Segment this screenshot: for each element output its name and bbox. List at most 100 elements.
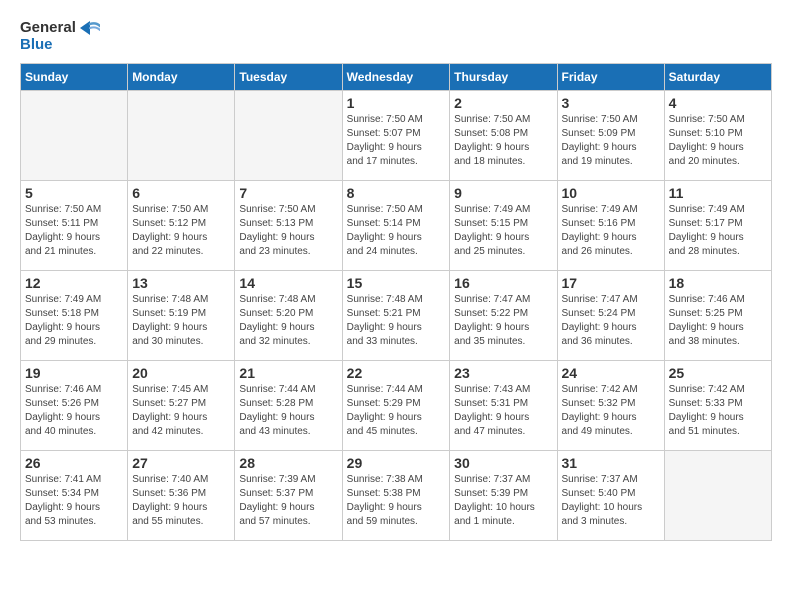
day-info: Sunrise: 7:50 AM Sunset: 5:12 PM Dayligh… xyxy=(132,203,230,259)
day-number: 23 xyxy=(454,365,552,381)
calendar-cell: 18 Sunrise: 7:46 AM Sunset: 5:25 PM Dayli… xyxy=(664,271,771,361)
day-number: 18 xyxy=(669,275,767,291)
calendar-header-friday: Friday xyxy=(557,64,664,91)
calendar-week-row: 26Sunrise: 7:41 AM Sunset: 5:34 PM Dayli… xyxy=(21,451,772,541)
day-info: Sunrise: 7:48 AM Sunset: 5:20 PM Dayligh… xyxy=(239,293,337,349)
day-number: 6 xyxy=(132,185,230,201)
day-info: Sunrise: 7:37 AM Sunset: 5:39 PM Dayligh… xyxy=(454,473,552,529)
calendar-cell: 12 Sunrise: 7:49 AM Sunset: 5:18 PM Dayli… xyxy=(21,271,128,361)
calendar-header-wednesday: Wednesday xyxy=(342,64,450,91)
day-info: Sunrise: 7:47 AM Sunset: 5:24 PM Dayligh… xyxy=(562,293,660,349)
day-info: Sunrise: 7:46 AM Sunset: 5:26 PM Dayligh… xyxy=(25,383,123,439)
logo-container: General Blue xyxy=(20,20,100,53)
day-info: Sunrise: 7:50 AM Sunset: 5:14 PM Dayligh… xyxy=(347,203,446,259)
calendar-cell: 1 Sunrise: 7:50 AM Sunset: 5:07 PM Daylig… xyxy=(342,91,450,181)
calendar-cell: 17 Sunrise: 7:47 AM Sunset: 5:24 PM Dayli… xyxy=(557,271,664,361)
calendar-cell: 31Sunrise: 7:37 AM Sunset: 5:40 PM Dayli… xyxy=(557,451,664,541)
calendar-header-thursday: Thursday xyxy=(450,64,557,91)
day-number: 8 xyxy=(347,185,446,201)
calendar-cell xyxy=(235,91,342,181)
day-number: 22 xyxy=(347,365,446,381)
calendar-cell: 29 Sunrise: 7:38 AM Sunset: 5:38 PM Dayli… xyxy=(342,451,450,541)
day-number: 12 xyxy=(25,275,123,291)
calendar-table: SundayMondayTuesdayWednesdayThursdayFrid… xyxy=(20,63,772,541)
logo: General Blue xyxy=(20,20,100,53)
day-number: 29 xyxy=(347,455,446,471)
day-number: 28 xyxy=(239,455,337,471)
calendar-cell: 19 Sunrise: 7:46 AM Sunset: 5:26 PM Dayli… xyxy=(21,361,128,451)
calendar-cell: 28 Sunrise: 7:39 AM Sunset: 5:37 PM Dayli… xyxy=(235,451,342,541)
calendar-cell: 30 Sunrise: 7:37 AM Sunset: 5:39 PM Dayli… xyxy=(450,451,557,541)
day-info: Sunrise: 7:46 AM Sunset: 5:25 PM Dayligh… xyxy=(669,293,767,349)
calendar-cell xyxy=(21,91,128,181)
day-info: Sunrise: 7:50 AM Sunset: 5:08 PM Dayligh… xyxy=(454,113,552,169)
day-info: Sunrise: 7:39 AM Sunset: 5:37 PM Dayligh… xyxy=(239,473,337,529)
day-number: 7 xyxy=(239,185,337,201)
calendar-week-row: 12 Sunrise: 7:49 AM Sunset: 5:18 PM Dayli… xyxy=(21,271,772,361)
day-info: Sunrise: 7:50 AM Sunset: 5:10 PM Dayligh… xyxy=(669,113,767,169)
page-header: General Blue xyxy=(20,20,772,53)
day-info: Sunrise: 7:49 AM Sunset: 5:16 PM Dayligh… xyxy=(562,203,660,259)
day-info: Sunrise: 7:50 AM Sunset: 5:13 PM Dayligh… xyxy=(239,203,337,259)
calendar-header-monday: Monday xyxy=(128,64,235,91)
day-info: Sunrise: 7:49 AM Sunset: 5:17 PM Dayligh… xyxy=(669,203,767,259)
day-info: Sunrise: 7:45 AM Sunset: 5:27 PM Dayligh… xyxy=(132,383,230,439)
calendar-cell: 14 Sunrise: 7:48 AM Sunset: 5:20 PM Dayli… xyxy=(235,271,342,361)
calendar-cell: 10 Sunrise: 7:49 AM Sunset: 5:16 PM Dayli… xyxy=(557,181,664,271)
calendar-week-row: 19 Sunrise: 7:46 AM Sunset: 5:26 PM Dayli… xyxy=(21,361,772,451)
day-info: Sunrise: 7:50 AM Sunset: 5:11 PM Dayligh… xyxy=(25,203,123,259)
day-info: Sunrise: 7:43 AM Sunset: 5:31 PM Dayligh… xyxy=(454,383,552,439)
calendar-header-saturday: Saturday xyxy=(664,64,771,91)
calendar-cell: 21 Sunrise: 7:44 AM Sunset: 5:28 PM Dayli… xyxy=(235,361,342,451)
day-number: 2 xyxy=(454,95,552,111)
calendar-cell: 5 Sunrise: 7:50 AM Sunset: 5:11 PM Daylig… xyxy=(21,181,128,271)
day-info: Sunrise: 7:37 AM Sunset: 5:40 PM Dayligh… xyxy=(562,473,660,529)
day-number: 13 xyxy=(132,275,230,291)
day-number: 19 xyxy=(25,365,123,381)
calendar-cell: 24 Sunrise: 7:42 AM Sunset: 5:32 PM Dayli… xyxy=(557,361,664,451)
day-info: Sunrise: 7:42 AM Sunset: 5:32 PM Dayligh… xyxy=(562,383,660,439)
day-info: Sunrise: 7:40 AM Sunset: 5:36 PM Dayligh… xyxy=(132,473,230,529)
calendar-week-row: 5 Sunrise: 7:50 AM Sunset: 5:11 PM Daylig… xyxy=(21,181,772,271)
calendar-cell: 2 Sunrise: 7:50 AM Sunset: 5:08 PM Daylig… xyxy=(450,91,557,181)
day-number: 14 xyxy=(239,275,337,291)
day-number: 26 xyxy=(25,455,123,471)
day-number: 25 xyxy=(669,365,767,381)
day-number: 21 xyxy=(239,365,337,381)
day-number: 3 xyxy=(562,95,660,111)
calendar-cell: 11Sunrise: 7:49 AM Sunset: 5:17 PM Dayli… xyxy=(664,181,771,271)
day-number: 20 xyxy=(132,365,230,381)
calendar-cell: 20 Sunrise: 7:45 AM Sunset: 5:27 PM Dayli… xyxy=(128,361,235,451)
day-number: 10 xyxy=(562,185,660,201)
day-info: Sunrise: 7:38 AM Sunset: 5:38 PM Dayligh… xyxy=(347,473,446,529)
calendar-cell: 3 Sunrise: 7:50 AM Sunset: 5:09 PM Daylig… xyxy=(557,91,664,181)
day-number: 24 xyxy=(562,365,660,381)
calendar-cell: 13Sunrise: 7:48 AM Sunset: 5:19 PM Dayli… xyxy=(128,271,235,361)
day-info: Sunrise: 7:47 AM Sunset: 5:22 PM Dayligh… xyxy=(454,293,552,349)
day-info: Sunrise: 7:44 AM Sunset: 5:28 PM Dayligh… xyxy=(239,383,337,439)
calendar-cell: 26Sunrise: 7:41 AM Sunset: 5:34 PM Dayli… xyxy=(21,451,128,541)
day-number: 1 xyxy=(347,95,446,111)
calendar-header-sunday: Sunday xyxy=(21,64,128,91)
day-info: Sunrise: 7:50 AM Sunset: 5:09 PM Dayligh… xyxy=(562,113,660,169)
calendar-header-row: SundayMondayTuesdayWednesdayThursdayFrid… xyxy=(21,64,772,91)
logo-text: General Blue xyxy=(20,20,100,53)
calendar-cell: 7 Sunrise: 7:50 AM Sunset: 5:13 PM Daylig… xyxy=(235,181,342,271)
calendar-cell: 23 Sunrise: 7:43 AM Sunset: 5:31 PM Dayli… xyxy=(450,361,557,451)
day-info: Sunrise: 7:49 AM Sunset: 5:18 PM Dayligh… xyxy=(25,293,123,349)
calendar-cell: 16 Sunrise: 7:47 AM Sunset: 5:22 PM Dayli… xyxy=(450,271,557,361)
day-number: 27 xyxy=(132,455,230,471)
day-info: Sunrise: 7:50 AM Sunset: 5:07 PM Dayligh… xyxy=(347,113,446,169)
calendar-header-tuesday: Tuesday xyxy=(235,64,342,91)
day-number: 16 xyxy=(454,275,552,291)
day-number: 30 xyxy=(454,455,552,471)
day-number: 5 xyxy=(25,185,123,201)
calendar-cell: 25 Sunrise: 7:42 AM Sunset: 5:33 PM Dayli… xyxy=(664,361,771,451)
day-info: Sunrise: 7:48 AM Sunset: 5:21 PM Dayligh… xyxy=(347,293,446,349)
calendar-cell: 9Sunrise: 7:49 AM Sunset: 5:15 PM Daylig… xyxy=(450,181,557,271)
day-info: Sunrise: 7:42 AM Sunset: 5:33 PM Dayligh… xyxy=(669,383,767,439)
day-number: 17 xyxy=(562,275,660,291)
calendar-cell: 4Sunrise: 7:50 AM Sunset: 5:10 PM Daylig… xyxy=(664,91,771,181)
day-info: Sunrise: 7:49 AM Sunset: 5:15 PM Dayligh… xyxy=(454,203,552,259)
calendar-cell: 27 Sunrise: 7:40 AM Sunset: 5:36 PM Dayli… xyxy=(128,451,235,541)
